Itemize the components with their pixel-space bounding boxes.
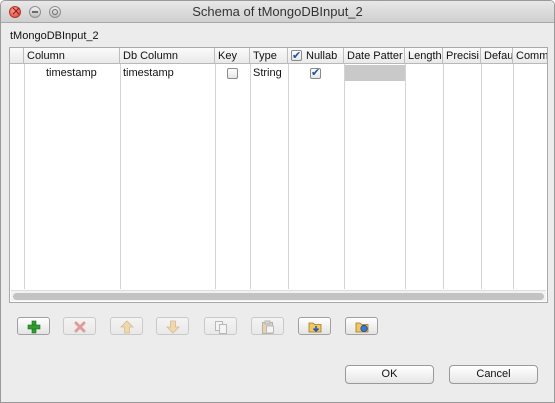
- grid-line: [344, 64, 345, 289]
- copy-button[interactable]: [204, 317, 237, 335]
- schema-dialog: Schema of tMongoDBInput_2 tMongoDBInput_…: [0, 0, 555, 403]
- schema-table: Column Db Column Key Type Nullab Date Pa…: [9, 47, 548, 303]
- grid-line: [443, 64, 444, 289]
- import-folder-icon: [308, 322, 322, 333]
- row-header-corner: [10, 48, 24, 64]
- grid-line: [250, 64, 251, 289]
- table-header: Column Db Column Key Type Nullab Date Pa…: [10, 48, 547, 64]
- header-column[interactable]: Column: [24, 48, 120, 64]
- cell-key-checkbox[interactable]: [227, 68, 238, 79]
- horizontal-scrollbar[interactable]: [11, 290, 546, 301]
- nullable-all-checkbox[interactable]: [291, 48, 302, 64]
- title-bar: Schema of tMongoDBInput_2: [1, 1, 554, 23]
- ok-button[interactable]: OK: [345, 365, 434, 384]
- window-title: Schema of tMongoDBInput_2: [192, 4, 363, 19]
- cell-db-column[interactable]: timestamp: [123, 65, 213, 81]
- header-length[interactable]: Length: [405, 48, 443, 64]
- paste-button[interactable]: [251, 317, 284, 335]
- import-schema-button[interactable]: [298, 317, 331, 335]
- header-nullable-label: Nullab: [306, 50, 338, 62]
- export-folder-icon: [355, 322, 369, 333]
- grid-line: [24, 64, 25, 289]
- header-comment[interactable]: Comm: [513, 48, 547, 64]
- grid-line: [481, 64, 482, 289]
- header-precision[interactable]: Precisi: [443, 48, 481, 64]
- copy-icon: [215, 321, 227, 334]
- cancel-button[interactable]: Cancel: [449, 365, 538, 384]
- cell-nullable-checkbox[interactable]: [310, 66, 321, 79]
- header-nullable[interactable]: Nullab: [288, 48, 344, 64]
- add-row-button[interactable]: [17, 317, 50, 335]
- grid-line: [288, 64, 289, 289]
- grid-line: [215, 64, 216, 289]
- paste-icon: [262, 320, 274, 334]
- grid-line: [405, 64, 406, 289]
- arrow-up-icon: [120, 320, 134, 334]
- header-db-column[interactable]: Db Column: [120, 48, 215, 64]
- export-schema-button[interactable]: [345, 317, 378, 335]
- move-down-button[interactable]: [156, 317, 189, 335]
- header-type[interactable]: Type: [250, 48, 288, 64]
- cell-date-pattern[interactable]: [345, 65, 405, 81]
- scrollbar-thumb[interactable]: [13, 293, 544, 300]
- x-icon: [74, 321, 86, 333]
- header-default[interactable]: Defau: [481, 48, 513, 64]
- grid-line: [120, 64, 121, 289]
- cell-type[interactable]: String: [253, 65, 287, 81]
- remove-row-button[interactable]: [63, 317, 96, 335]
- plus-icon: [27, 320, 41, 334]
- move-up-button[interactable]: [110, 317, 143, 335]
- cell-column[interactable]: timestamp: [46, 65, 118, 81]
- arrow-down-icon: [166, 320, 180, 334]
- grid-line: [513, 64, 514, 289]
- component-name-label: tMongoDBInput_2: [10, 30, 99, 42]
- header-date-pattern[interactable]: Date Patter: [344, 48, 405, 64]
- header-key[interactable]: Key: [215, 48, 250, 64]
